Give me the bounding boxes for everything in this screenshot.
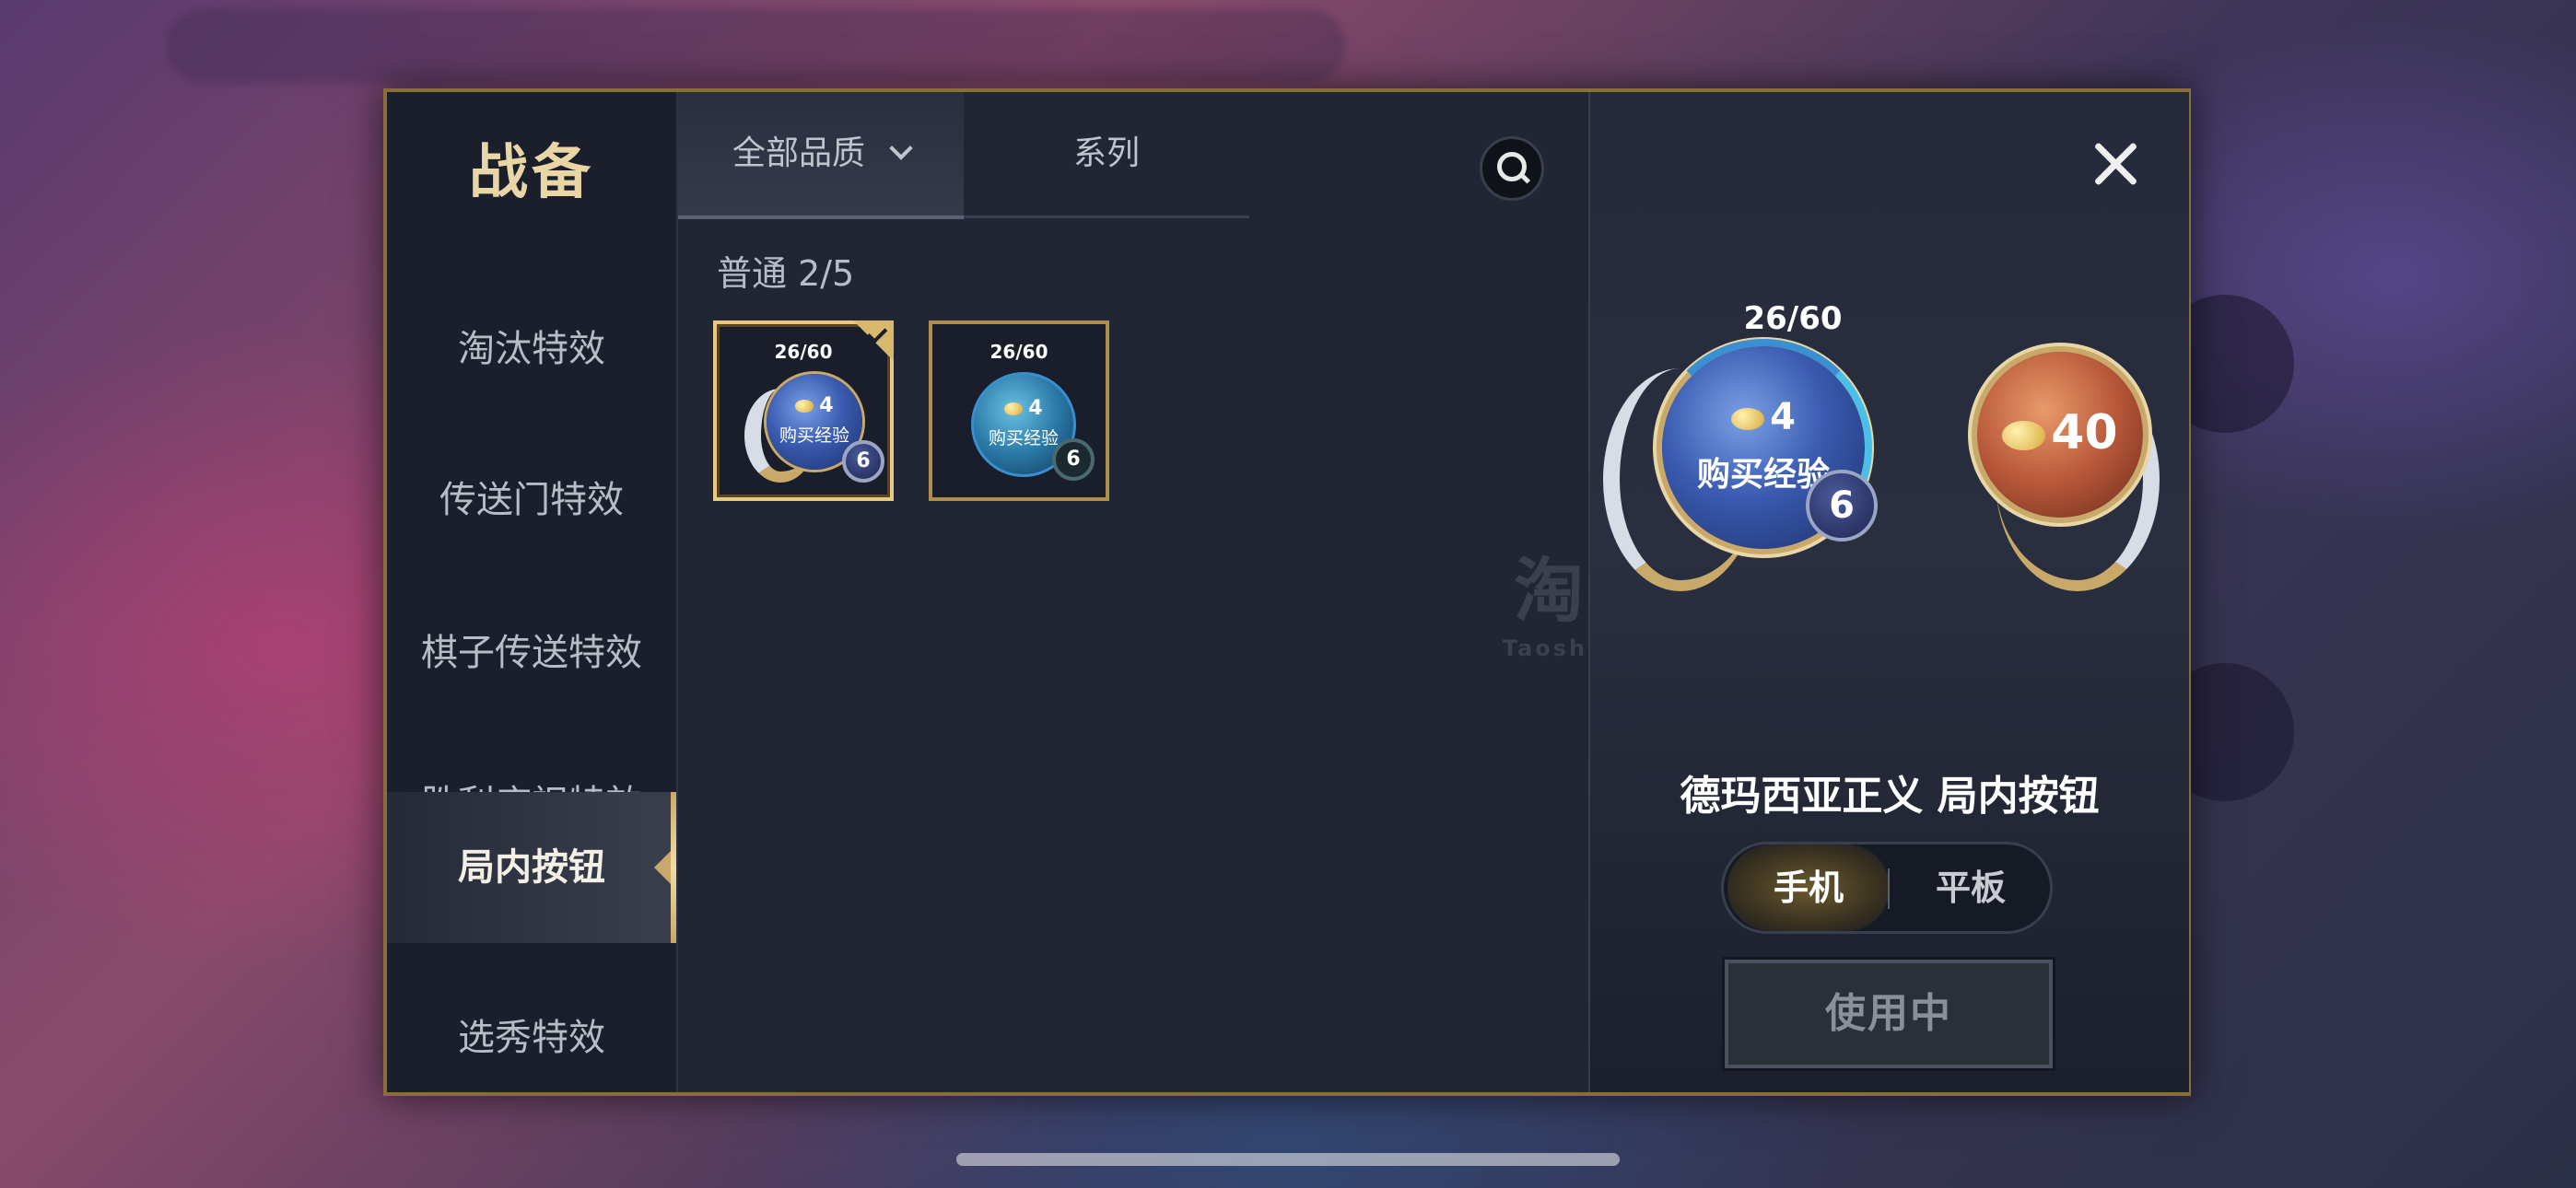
sidebar-item-label: 选秀特效 [458, 1017, 605, 1059]
coin-icon [2002, 421, 2046, 450]
item-card[interactable]: 26/60 4 购买经验 6 [713, 320, 894, 501]
equipment-dialog: 战备 淘汰特效 传送门特效 棋子传送特效 胜利庆祝特效 局内按钮 选秀特效 全部… [383, 88, 2191, 1096]
in-use-button[interactable]: 使用中 [1722, 957, 2055, 1071]
search-icon-handle [1518, 172, 1531, 184]
preview-level-badge: 6 [1806, 470, 1878, 542]
rarity-section-label: 普通 2/5 [717, 253, 855, 294]
quality-filter-dropdown[interactable]: 全部品质 [678, 92, 964, 219]
item-card[interactable]: 26/60 4 购买经验 6 [929, 320, 1109, 501]
series-tab-label: 系列 [1072, 134, 1140, 172]
item-cost: 4 [819, 394, 834, 417]
sidebar-item-elimination-effect[interactable]: 淘汰特效 [387, 280, 676, 418]
quality-filter-label: 全部品质 [732, 134, 865, 172]
device-toggle: 手机 平板 [1721, 842, 2053, 934]
coin-icon [795, 400, 814, 413]
item-cost: 4 [1028, 397, 1043, 420]
sidebar-item-ingame-button[interactable]: 局内按钮 [387, 792, 676, 943]
preview-progress: 26/60 [1743, 300, 1843, 337]
chevron-down-icon [889, 136, 913, 160]
level-badge: 6 [1052, 438, 1095, 481]
search-button[interactable] [1480, 136, 1544, 201]
level-badge: 6 [842, 440, 884, 483]
preview-medal-alt-icon: 40 [1977, 352, 2143, 518]
sidebar-item-label: 棋子传送特效 [421, 632, 642, 674]
sidebar-title: 战备 [469, 139, 594, 207]
sidebar-item-piece-teleport-effect[interactable]: 棋子传送特效 [387, 584, 676, 722]
preview-panel: 26/60 4 购买经验 6 40 德玛西亚正义 局内按钮 手机 平板 使用中 [1588, 92, 2189, 1092]
preview-item-name: 德玛西亚正义 局内按钮 [1680, 773, 2100, 820]
toggle-tablet[interactable]: 平板 [1890, 844, 2052, 931]
toggle-phone[interactable]: 手机 [1727, 844, 1890, 931]
sidebar-item-label: 传送门特效 [439, 479, 624, 521]
sidebar-item-portal-effect[interactable]: 传送门特效 [387, 431, 676, 569]
tab-series[interactable]: 系列 [964, 92, 1249, 215]
item-action: 购买经验 [779, 425, 849, 446]
preview-alt-value: 40 [2051, 405, 2118, 460]
category-sidebar: 战备 淘汰特效 传送门特效 棋子传送特效 胜利庆祝特效 局内按钮 选秀特效 [387, 92, 678, 1092]
home-indicator[interactable] [956, 1153, 1620, 1166]
sidebar-item-draft-effect[interactable]: 选秀特效 [387, 969, 676, 1107]
filter-tab-bar: 全部品质 系列 [678, 92, 1249, 219]
active-pointer-icon [654, 851, 671, 884]
background-top-bar [166, 9, 1345, 83]
sidebar-item-label: 淘汰特效 [458, 328, 605, 370]
close-icon[interactable] [2088, 136, 2143, 192]
item-progress: 26/60 [989, 341, 1048, 363]
sidebar-item-label: 局内按钮 [458, 846, 605, 889]
coin-icon [1004, 402, 1024, 415]
